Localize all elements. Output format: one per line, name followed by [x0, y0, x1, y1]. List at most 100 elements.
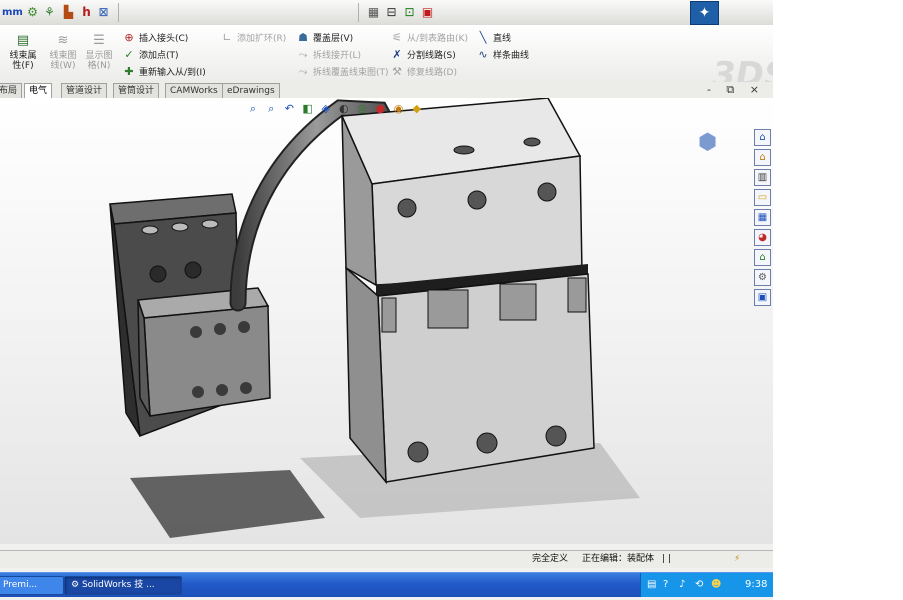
scene-icon[interactable]: ◉ — [392, 102, 406, 116]
design-library-icon[interactable]: ▥ — [754, 169, 771, 186]
display-style-icon[interactable]: ◐ — [337, 102, 351, 116]
point-icon: ✓ — [124, 48, 134, 61]
tab-edrawings[interactable]: eDrawings — [222, 83, 280, 98]
connector-icon: ⊕ — [124, 31, 134, 44]
editing-status: 正在编辑：装配体 — [582, 554, 655, 564]
chart-icon[interactable]: ▙ — [61, 5, 76, 20]
quick-toolbar: mm ⚙ ⚘ ▙ h ⊠ ▦ ⊟ ⊡ ▣ ✦ — [0, 0, 773, 26]
flatten-icon: ⤳ — [298, 65, 308, 78]
taskbar-solidworks-label: SolidWorks 技 ... — [81, 580, 155, 590]
solidworks-logo-button[interactable]: ✦ — [690, 1, 719, 25]
insert-connector-button[interactable]: ⊕ 插入接头(C) — [122, 31, 188, 45]
mm-icon[interactable]: mm — [2, 5, 23, 20]
from-to-icon: ⚟ — [392, 31, 402, 44]
grid-icon[interactable]: ▦ — [366, 5, 381, 20]
harness-wire-button[interactable]: ≋ 线束图线(W) — [46, 33, 80, 79]
spline-button[interactable]: ∿ 样条曲线 — [476, 48, 529, 62]
network-icon[interactable]: ⟲ — [695, 578, 703, 592]
display-settings-icon[interactable]: ◆ — [410, 102, 424, 116]
document-window-controls[interactable]: - ⧉ × — [707, 82, 765, 98]
view-orientation-icon[interactable]: ◈ — [319, 102, 333, 116]
reimport-icon: ✚ — [124, 65, 134, 78]
harness-wire-label: 线束图线(W) — [49, 51, 77, 71]
appearances-icon[interactable]: ◕ — [754, 229, 771, 246]
tab-piping[interactable]: 管道设计 — [61, 83, 108, 98]
split-route-button[interactable]: ✗ 分割线路(S) — [390, 48, 456, 62]
toolbar-separator — [358, 3, 359, 22]
view-cube-icon[interactable]: ⬢ — [698, 130, 717, 155]
toolbox-icon[interactable]: ⚙ — [754, 269, 771, 286]
tab-tubing[interactable]: 管筒设计 — [113, 83, 160, 98]
assembly-model[interactable] — [0, 98, 773, 544]
definition-status: 完全定义 — [532, 554, 569, 564]
repair-icon: ⚒ — [392, 65, 402, 78]
line-icon: ╲ — [479, 31, 487, 44]
edit-appearance-icon[interactable]: ● — [373, 102, 387, 116]
from-to-route-label: 从/到表路由(K) — [407, 34, 468, 44]
keyboard-icon[interactable]: ▤ — [647, 578, 656, 592]
command-manager: ▤ 线束属性(F) ≋ 线束图线(W) ☰ 显示图格(N) ⊕ 插入接头(C) ✓… — [0, 25, 773, 95]
spline-label: 样条曲线 — [493, 51, 530, 61]
add-point-label: 添加点(T) — [139, 51, 179, 61]
split-open-icon: ⤳ — [298, 48, 308, 61]
model-shadow — [130, 470, 325, 538]
flatten-harness-button[interactable]: ⤳ 拆线覆盖线束图(T) — [296, 65, 389, 79]
repair-route-label: 修复线路(D) — [407, 68, 457, 78]
wire-icon: ≋ — [57, 33, 69, 48]
add-loop-button[interactable]: ∟ 添加扩环(R) — [220, 31, 286, 45]
line-button[interactable]: ╲ 直线 — [476, 31, 511, 45]
file-explorer-icon[interactable]: ▭ — [754, 189, 771, 206]
task-pane-tabs: ⌂ ⌂ ▥ ▭ ▦ ◕ ⌂ ⚙ ▣ — [753, 129, 771, 309]
rebuild-icon[interactable]: ⚡ — [734, 553, 740, 566]
auxiliary-contact[interactable] — [136, 287, 271, 417]
tab-electrical[interactable]: 电气 — [24, 83, 53, 98]
help-icon[interactable]: ? — [663, 578, 668, 592]
status-bars: | | — [662, 554, 671, 564]
circuit-breaker[interactable] — [340, 98, 595, 485]
previous-view-icon[interactable]: ↶ — [282, 102, 296, 116]
clock: 9:38 — [745, 579, 768, 590]
split-route-label: 分割线路(S) — [407, 51, 456, 61]
reimport-from-to-button[interactable]: ✚ 重新输入从/到(I) — [122, 65, 205, 79]
home-icon[interactable]: ⌂ — [754, 149, 771, 166]
custom-properties-icon[interactable]: ⌂ — [754, 249, 771, 266]
harness-icon: ▤ — [16, 33, 30, 48]
display-grid-button[interactable]: ☰ 显示图格(N) — [82, 33, 116, 79]
user-icon[interactable]: ☻ — [711, 578, 721, 592]
volume-icon[interactable]: ♪ — [679, 578, 685, 592]
cover-layer-label: 覆盖层(V) — [313, 34, 354, 44]
windows-taskbar: Premi... ⚙ SolidWorks 技 ... ▤ ? ♪ ⟲ ☻ 9:… — [0, 572, 773, 597]
line-label: 直线 — [493, 34, 512, 44]
taskbar-button-solidworks[interactable]: ⚙ SolidWorks 技 ... — [64, 576, 182, 595]
table-icon: ☰ — [93, 33, 105, 48]
loop-icon: ∟ — [222, 31, 232, 44]
spline-icon: ∿ — [478, 48, 488, 61]
resources-icon[interactable]: ⌂ — [754, 129, 771, 146]
hide-show-icon[interactable]: ◎ — [355, 102, 369, 116]
repair-route-button[interactable]: ⚒ 修复线路(D) — [390, 65, 457, 79]
heads-up-view-toolbar: ⌕ ⌕ ↶ ◧ ◈ ◐ ◎ ● ◉ ◆ — [246, 102, 425, 118]
solidworks-app-icon: ⚙ — [71, 580, 80, 590]
tab-layout[interactable]: 布局 — [0, 83, 23, 98]
split-open-button[interactable]: ⤳ 拆线接开(L) — [296, 48, 361, 62]
zoom-fit-icon[interactable]: ⌕ — [246, 102, 260, 116]
3d-content-icon[interactable]: ▣ — [754, 289, 771, 306]
h-icon[interactable]: h — [79, 5, 94, 20]
route-icon[interactable]: ⚘ — [42, 5, 57, 20]
view-palette-icon[interactable]: ▦ — [754, 209, 771, 226]
measure-icon[interactable]: ⊡ — [402, 5, 417, 20]
harness-properties-button[interactable]: ▤ 线束属性(F) — [6, 33, 40, 79]
add-point-button[interactable]: ✓ 添加点(T) — [122, 48, 179, 62]
settings-icon[interactable]: ▣ — [420, 5, 435, 20]
cover-layer-button[interactable]: ☗ 覆盖层(V) — [296, 31, 353, 45]
view-icon[interactable]: ⊟ — [384, 5, 399, 20]
split-route-icon: ✗ — [392, 48, 402, 61]
select-icon[interactable]: ⊠ — [96, 5, 111, 20]
gear-icon[interactable]: ⚙ — [25, 5, 40, 20]
from-to-route-button[interactable]: ⚟ 从/到表路由(K) — [390, 31, 468, 45]
section-view-icon[interactable]: ◧ — [301, 102, 315, 116]
taskbar-button-previous[interactable]: Premi... — [0, 576, 64, 595]
tab-camworks[interactable]: CAMWorks — [165, 83, 223, 98]
zoom-area-icon[interactable]: ⌕ — [264, 102, 278, 116]
graphics-area[interactable]: ⌕ ⌕ ↶ ◧ ◈ ◐ ◎ ● ◉ ◆ ⬢ ⌂ ⌂ ▥ ▭ ▦ ◕ ⌂ ⚙ ▣ — [0, 98, 773, 544]
